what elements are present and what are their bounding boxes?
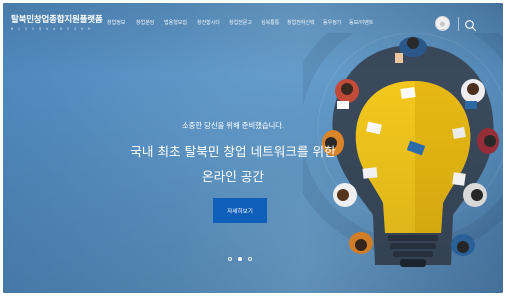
main-page: 탈북민창업종합지원플랫폼 N I S S Q U A R E S K K 창업정… [3, 3, 503, 293]
carousel-dot-2[interactable] [238, 257, 242, 261]
hero-title-line1: 국내 최초 탈북민 창업 네트워크를 위한 [130, 144, 336, 159]
hero-copy: 소중한 당신을 위해 준비했습니다. 국내 최초 탈북민 창업 네트워크를 위한… [130, 121, 335, 184]
nav-item-community[interactable]: 심북통통 [261, 19, 279, 26]
nav-item-events[interactable]: 동보/이벤트 [349, 19, 373, 26]
nav-item-meetings[interactable]: 동우정기 [323, 19, 341, 26]
nav-item-startup-info[interactable]: 창업정보 [107, 19, 125, 26]
nav-item-challenge[interactable]: 창전함시다 [197, 19, 220, 26]
nav-item-experts[interactable]: 창업전문고 [229, 19, 252, 26]
site-logo[interactable]: 탈북민창업종합지원플랫폼 N I S S Q U A R E S K K [11, 13, 103, 31]
logo-title: 탈북민창업종합지원플랫폼 [11, 14, 103, 24]
nav-item-startup-stories[interactable]: 창업전하신택 [287, 19, 315, 26]
hero-title-line2: 온라인 공간 [202, 169, 264, 184]
carousel-dot-3[interactable] [248, 257, 252, 261]
header-divider [458, 17, 459, 31]
carousel-pagination [228, 256, 258, 264]
site-header: 탈북민창업종합지원플랫폼 N I S S Q U A R E S K K 창업정… [3, 3, 503, 43]
user-silhouette-icon [438, 21, 447, 30]
view-details-button[interactable]: 자세히보기 [213, 198, 267, 223]
nav-item-recruit[interactable]: 법용형모집 [164, 19, 187, 26]
logo-tagline: N I S S Q U A R E S K K [11, 27, 92, 31]
hero-subtitle: 소중한 당신을 위해 준비했습니다. [181, 121, 285, 130]
user-avatar-icon[interactable] [435, 16, 450, 31]
carousel-dot-1[interactable] [228, 257, 232, 261]
search-icon[interactable] [464, 17, 477, 32]
nav-item-startup-share[interactable]: 창업분담 [136, 19, 154, 26]
